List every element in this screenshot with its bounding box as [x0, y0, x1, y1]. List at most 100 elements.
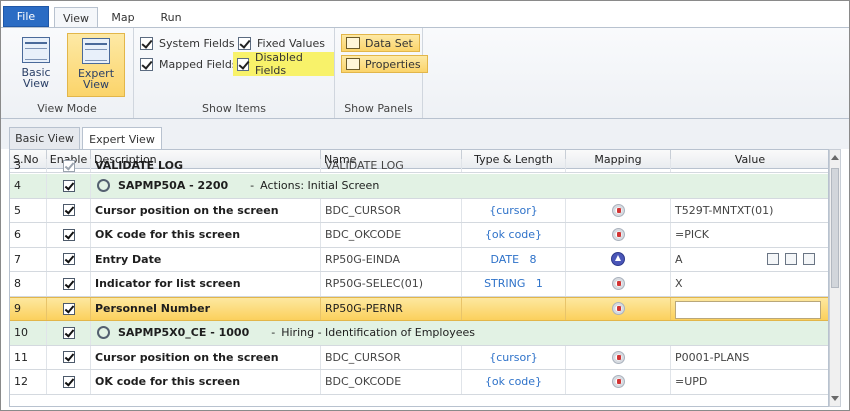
function-icon[interactable] — [767, 253, 779, 266]
tab-map[interactable]: Map — [104, 7, 142, 28]
row-description: OK code for this screen — [91, 223, 321, 247]
row-value[interactable]: X — [671, 272, 828, 296]
enable-checkbox[interactable] — [62, 159, 75, 172]
row-name: VALIDATE LOG — [321, 159, 462, 172]
mapped-fields-label: Mapped Fields — [159, 57, 238, 71]
section-row[interactable]: 10 SAPMP5X0_CE - 1000 - Hiring - Identif… — [10, 321, 828, 346]
mapped-fields-checkbox[interactable]: Mapped Fields — [140, 55, 238, 73]
table-row[interactable]: 3 VALIDATE LOG VALIDATE LOG — [10, 159, 828, 173]
calendar-icon[interactable] — [785, 253, 797, 266]
row-value-cell — [671, 298, 828, 321]
row-sno: 9 — [10, 297, 47, 320]
row-sno: 12 — [10, 370, 47, 394]
enable-checkbox[interactable] — [62, 277, 75, 290]
row-description: Personnel Number — [91, 297, 321, 320]
row-sno: 5 — [10, 198, 47, 222]
table-row[interactable]: 5 Cursor position on the screen BDC_CURS… — [10, 198, 828, 223]
fixed-values-checkbox[interactable]: Fixed Values — [238, 34, 325, 52]
enable-checkbox[interactable] — [62, 204, 75, 217]
enable-checkbox[interactable] — [62, 253, 75, 266]
value-input[interactable] — [675, 300, 821, 319]
table-row[interactable]: 6 OK code for this screen BDC_OKCODE {ok… — [10, 223, 828, 248]
enable-checkbox[interactable] — [62, 302, 75, 315]
data-set-icon — [346, 37, 360, 49]
expert-view-button[interactable]: Expert View — [67, 33, 125, 97]
group-show-panels: Data Set Properties Show Panels — [335, 28, 428, 118]
pin-icon[interactable] — [611, 228, 625, 242]
row-type: {cursor} — [462, 345, 566, 369]
screen-description: Actions: Initial Screen — [260, 179, 380, 193]
properties-button[interactable]: Properties — [341, 55, 428, 73]
enable-checkbox[interactable] — [62, 351, 75, 364]
table-row[interactable]: 11 Cursor position on the screen BDC_CUR… — [10, 345, 828, 370]
properties-icon — [346, 58, 360, 70]
table-row[interactable]: 12 OK code for this screen BDC_OKCODE {o… — [10, 370, 828, 395]
tab-file[interactable]: File — [3, 6, 49, 27]
tab-view[interactable]: View — [54, 7, 98, 29]
vertical-scrollbar[interactable] — [829, 149, 841, 407]
row-description: OK code for this screen — [91, 370, 321, 394]
row-sno: 3 — [10, 159, 47, 172]
enable-checkbox[interactable] — [62, 179, 75, 192]
row-description: Entry Date — [91, 247, 321, 271]
fixed-values-label: Fixed Values — [257, 36, 325, 50]
row-mapping[interactable] — [566, 159, 671, 172]
row-name: RP50G-PERNR — [321, 297, 462, 320]
checkbox-checked-icon — [140, 57, 153, 71]
row-description: Cursor position on the screen — [91, 198, 321, 222]
table-row[interactable]: 7 Entry Date RP50G-EINDA DATE 8 A — [10, 247, 828, 272]
pin-icon[interactable] — [611, 350, 625, 364]
scroll-down-icon[interactable] — [831, 396, 839, 401]
grid-icon — [22, 37, 50, 63]
section-title: SAPMP5X0_CE - 1000 - Hiring - Identifica… — [91, 321, 828, 345]
row-value[interactable]: P0001-PLANS — [671, 346, 828, 370]
row-sno: 6 — [10, 223, 47, 247]
table-row-selected[interactable]: 9 Personnel Number RP50G-PERNR — [10, 296, 828, 321]
enable-checkbox[interactable] — [62, 228, 75, 241]
settings-icon[interactable] — [803, 253, 815, 266]
row-type — [462, 297, 566, 320]
disabled-fields-checkbox[interactable]: Disabled Fields — [233, 51, 334, 77]
row-value[interactable]: =UPD — [671, 370, 828, 394]
ribbon-tab-bar: File View Map Run — [1, 1, 849, 29]
pin-icon[interactable] — [611, 302, 625, 316]
mapped-arrow-icon[interactable] — [611, 252, 625, 267]
basic-view-button[interactable]: Basic View — [7, 33, 65, 97]
pin-icon[interactable] — [611, 375, 625, 389]
row-description: Indicator for list screen — [91, 272, 321, 296]
row-name: RP50G-EINDA — [321, 247, 462, 271]
group-view-mode: Basic View Expert View View Mode — [1, 28, 134, 118]
row-value-cell[interactable]: A — [671, 248, 828, 272]
ribbon: Basic View Expert View View Mode System … — [1, 27, 849, 119]
pin-icon[interactable] — [611, 203, 625, 217]
tab-expert-view[interactable]: Expert View — [82, 127, 162, 150]
group-label-show-panels: Show Panels — [344, 102, 413, 115]
data-set-button[interactable]: Data Set — [341, 34, 420, 52]
row-value[interactable] — [671, 159, 828, 172]
tab-basic-view[interactable]: Basic View — [9, 127, 80, 149]
system-fields-checkbox[interactable]: System Fields — [140, 34, 235, 52]
scroll-thumb[interactable] — [831, 168, 839, 288]
enable-checkbox[interactable] — [62, 375, 75, 388]
expert-view-label-2: View — [82, 78, 110, 91]
screen-name: SAPMP5X0_CE - 1000 — [118, 326, 250, 340]
row-value[interactable]: T529T-MNTXT(01) — [671, 199, 828, 223]
mapping-grid: S.No Enable Description Name Type & Leng… — [9, 149, 829, 407]
scroll-up-icon[interactable] — [831, 155, 839, 160]
row-sno: 10 — [10, 321, 47, 345]
row-description: Cursor position on the screen — [91, 345, 321, 369]
row-name: RP50G-SELEC(01) — [321, 272, 462, 296]
section-row[interactable]: 4 SAPMP50A - 2200 - Actions: Initial Scr… — [10, 174, 828, 199]
pin-icon[interactable] — [611, 277, 625, 291]
table-row[interactable]: 8 Indicator for list screen RP50G-SELEC(… — [10, 272, 828, 297]
screen-name: SAPMP50A - 2200 — [118, 179, 229, 193]
group-label-view-mode: View Mode — [37, 102, 97, 115]
tab-run[interactable]: Run — [151, 7, 191, 28]
row-sno: 11 — [10, 345, 47, 369]
row-type: STRING 1 — [462, 272, 566, 296]
row-value: A — [675, 252, 683, 266]
row-type: DATE 8 — [462, 247, 566, 271]
checkbox-checked-icon — [238, 36, 251, 50]
enable-checkbox[interactable] — [62, 326, 75, 339]
row-value[interactable]: =PICK — [671, 223, 828, 247]
